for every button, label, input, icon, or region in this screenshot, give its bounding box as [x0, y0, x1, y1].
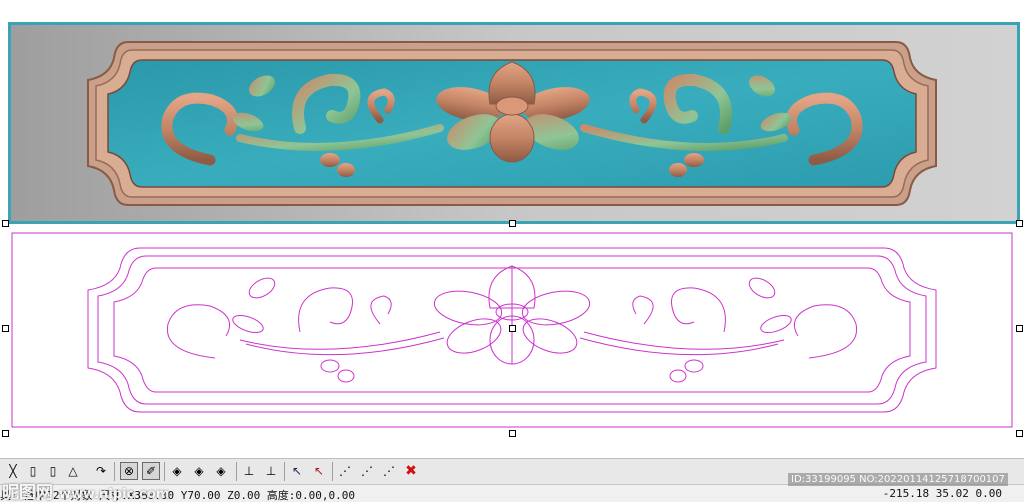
- status-coordinates: -215.18 35.02 0.00: [882, 487, 1002, 500]
- toolbar-separator: [236, 462, 237, 481]
- drawing-canvas[interactable]: [0, 0, 1024, 455]
- selection-handle[interactable]: [1016, 325, 1023, 332]
- relief-tool-icon[interactable]: ⊥: [240, 462, 258, 480]
- deselect-arrow-icon[interactable]: ↖: [310, 462, 328, 480]
- watermark-logo: 昵图网 www.nipic.com: [2, 478, 169, 503]
- node-edit-icon[interactable]: ◈: [168, 462, 186, 480]
- selection-handle[interactable]: [509, 430, 516, 437]
- watermark-id: ID:33199095 NO:20220114125718700107: [788, 473, 1008, 486]
- path-tool-icon[interactable]: ⋰: [358, 462, 376, 480]
- selection-handle[interactable]: [2, 325, 9, 332]
- selection-handle[interactable]: [1016, 220, 1023, 227]
- selection-handle[interactable]: [2, 430, 9, 437]
- watermark-brand: 昵图网: [2, 483, 53, 503]
- node-edit-icon[interactable]: ◈: [190, 462, 208, 480]
- select-arrow-icon[interactable]: ↖: [288, 462, 306, 480]
- selection-handle[interactable]: [1016, 430, 1023, 437]
- relief-selection-frame: [8, 22, 1020, 224]
- delete-icon[interactable]: ✖: [402, 462, 420, 480]
- relief-tool-icon[interactable]: ⊥: [262, 462, 280, 480]
- toolbar-separator: [284, 462, 285, 481]
- path-tool-icon[interactable]: ⋰: [380, 462, 398, 480]
- watermark-url: www.nipic.com: [58, 487, 170, 502]
- toolbar-separator: [332, 462, 333, 481]
- selection-handle[interactable]: [509, 220, 516, 227]
- node-edit-icon[interactable]: ◈: [212, 462, 230, 480]
- selection-handle[interactable]: [509, 325, 516, 332]
- selection-handle[interactable]: [2, 220, 9, 227]
- path-tool-icon[interactable]: ⋰: [336, 462, 354, 480]
